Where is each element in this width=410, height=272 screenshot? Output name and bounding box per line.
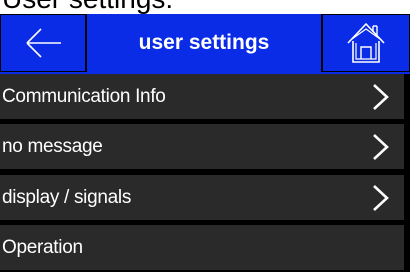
menu-item-label: no message: [2, 135, 103, 157]
arrow-left-icon: [26, 28, 61, 58]
back-button[interactable]: [0, 14, 86, 72]
home-icon: [347, 22, 385, 63]
caption-text: User settings:: [2, 0, 173, 14]
chevron-right-icon: [373, 84, 389, 110]
device-screen: user settings Communication Info no mess…: [0, 14, 410, 272]
menu-item-communication-info[interactable]: Communication Info: [0, 74, 404, 121]
menu-item-label: Communication Info: [2, 85, 166, 107]
menu-item-operation[interactable]: Operation: [0, 225, 404, 272]
chevron-right-icon: [373, 134, 389, 160]
chevron-right-icon: [373, 185, 389, 211]
menu-item-label: display / signals: [2, 186, 132, 208]
home-button[interactable]: [322, 14, 410, 72]
page-title: user settings: [86, 14, 322, 72]
scrollbar-track[interactable]: [404, 74, 410, 272]
menu-item-display-signals[interactable]: display / signals: [0, 175, 404, 222]
menu-item-label: Operation: [2, 236, 83, 258]
menu-item-no-message[interactable]: no message: [0, 124, 404, 171]
header-bar: user settings: [0, 14, 410, 74]
